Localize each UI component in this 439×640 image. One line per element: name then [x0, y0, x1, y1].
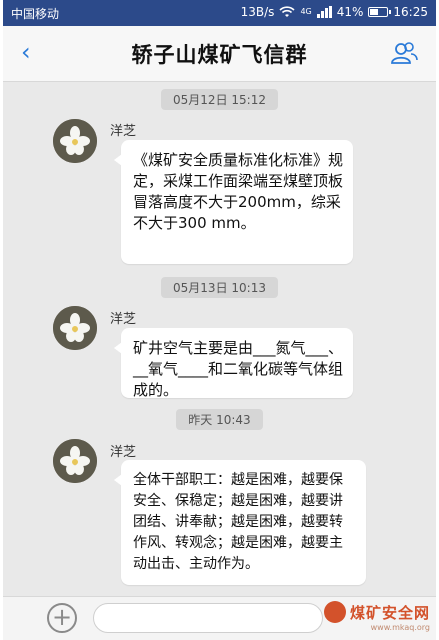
- timestamp-label: 05月13日 10:13: [161, 277, 278, 298]
- page-title: 轿子山煤矿飞信群: [131, 43, 308, 67]
- watermark-logo-icon: [323, 601, 346, 623]
- battery-icon: [368, 7, 392, 17]
- network-type: 4G: [300, 7, 312, 16]
- network-speed: 13B/s: [240, 5, 275, 19]
- sender-name: 洋芝: [110, 312, 137, 327]
- flower-avatar-icon: [53, 439, 97, 483]
- wifi-icon: [279, 6, 295, 17]
- flower-avatar-icon: [53, 306, 97, 350]
- avatar[interactable]: [53, 119, 97, 163]
- group-members-icon[interactable]: [390, 40, 418, 66]
- battery-percent: 41%: [336, 5, 364, 19]
- plus-icon[interactable]: +: [47, 603, 77, 633]
- watermark-text: 煤矿安全网: [349, 603, 430, 622]
- message-bubble[interactable]: 矿井空气主要是由___氮气___、__氧气____和二氧化碳等气体组成的。: [114, 328, 353, 399]
- phone-screen: 中国移动 13B/s 4G 41% 16:25 ‹ 轿子山煤矿飞信群 05月12…: [3, 0, 436, 640]
- message-bubble[interactable]: 全体干部职工：越是困难，越要保安全、保稳定；越是困难，越要讲团结、讲奉献；越是困…: [114, 460, 366, 585]
- input-bar: + 煤矿安全网 www.mkaq.org: [3, 596, 436, 640]
- watermark-url: www.mkaq.org: [370, 623, 430, 632]
- avatar[interactable]: [53, 439, 97, 483]
- chat-header: ‹ 轿子山煤矿飞信群: [3, 26, 436, 82]
- signal-icon: [316, 6, 332, 18]
- timestamp: 05月12日 15:12: [3, 89, 436, 110]
- carrier-label: 中国移动: [11, 7, 60, 21]
- watermark: 煤矿安全网 www.mkaq.org: [323, 601, 430, 632]
- clock: 16:25: [393, 5, 428, 19]
- sender-name: 洋芝: [110, 124, 137, 139]
- message-input[interactable]: [93, 603, 323, 633]
- timestamp: 05月13日 10:13: [3, 277, 436, 298]
- flower-avatar-icon: [53, 119, 97, 163]
- sender-name: 洋芝: [110, 445, 137, 460]
- timestamp: 昨天 10:43: [3, 409, 436, 430]
- avatar[interactable]: [53, 306, 97, 350]
- status-bar: 中国移动 13B/s 4G 41% 16:25: [3, 0, 436, 26]
- message-bubble[interactable]: 《煤矿安全质量标准化标准》规定，采煤工作面梁端至煤壁顶板冒落高度不大于200mm…: [114, 140, 353, 264]
- timestamp-label: 05月12日 15:12: [161, 89, 278, 110]
- timestamp-label: 昨天 10:43: [176, 409, 263, 430]
- status-indicators: 13B/s 4G 41% 16:25: [241, 5, 428, 19]
